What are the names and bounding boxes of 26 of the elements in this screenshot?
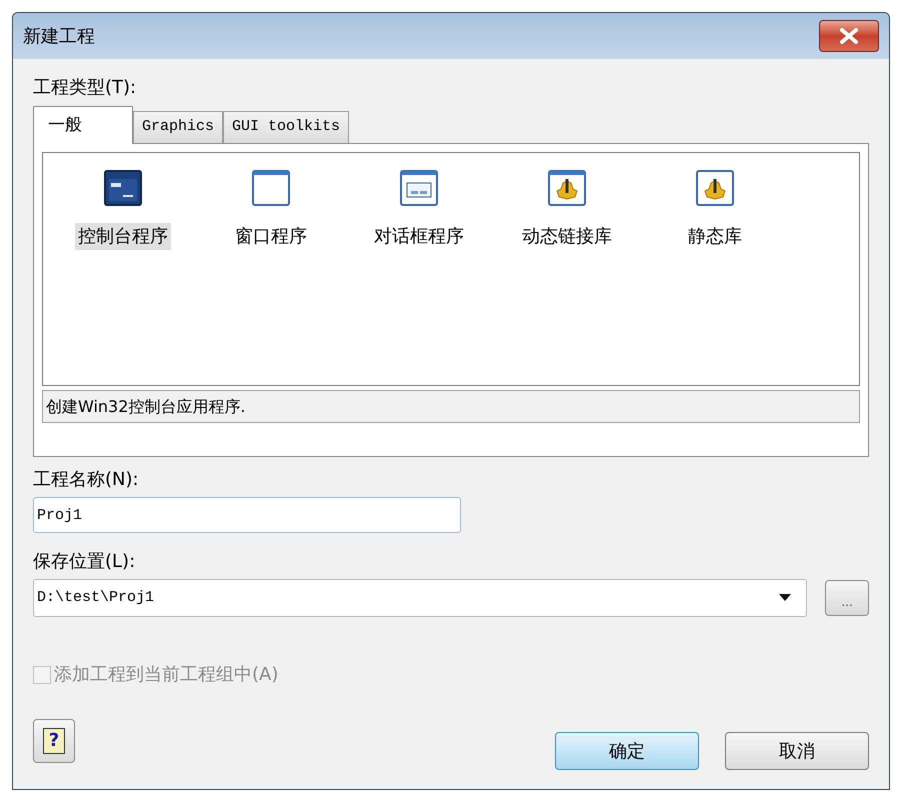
browse-button[interactable]: ... — [825, 580, 869, 616]
cancel-button[interactable]: 取消 — [725, 732, 869, 770]
close-button[interactable] — [819, 20, 879, 52]
field-label: 工程类型(T): — [33, 77, 136, 99]
close-icon — [839, 28, 859, 44]
tab[interactable]: 一般 — [33, 106, 133, 144]
tab[interactable]: Graphics — [133, 111, 224, 143]
template-item[interactable]: 动态链接库 — [519, 223, 615, 250]
template-item[interactable]: 窗口程序 — [232, 223, 310, 250]
description-text: 创建Win32控制台应用程序. — [46, 396, 246, 418]
template-item[interactable]: 控制台程序 — [75, 223, 171, 250]
ok-button[interactable]: 确定 — [555, 732, 699, 770]
template-item[interactable]: 静态库 — [685, 223, 745, 250]
dropdown-arrow-icon — [779, 594, 792, 602]
console-icon — [103, 169, 143, 207]
template-item[interactable]: 对话框程序 — [371, 223, 467, 250]
tab[interactable]: GUI toolkits — [223, 111, 350, 143]
field-label: 保存位置(L): — [33, 551, 136, 573]
window-icon — [251, 169, 291, 207]
checkbox-label: 添加工程到当前工程组中(A) — [54, 663, 278, 687]
location-dropdown[interactable]: D:\test\Proj1 — [33, 579, 808, 617]
help-button[interactable]: ? — [33, 719, 75, 763]
window-title: 新建工程 — [23, 24, 95, 48]
input-field[interactable]: Proj1 — [33, 497, 461, 533]
dialog-icon — [399, 169, 439, 207]
field-label: 工程名称(N): — [33, 469, 139, 491]
